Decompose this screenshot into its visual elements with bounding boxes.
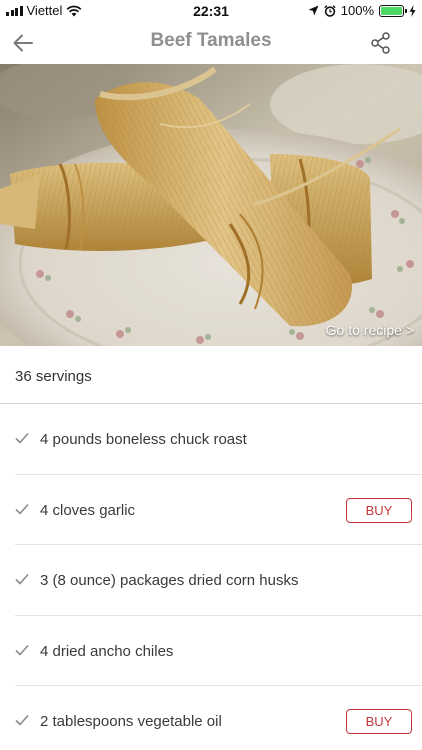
ingredient-text: 4 pounds boneless chuck roast	[40, 431, 247, 448]
ingredient-row[interactable]: 2 tablespoons vegetable oil BUY	[15, 686, 422, 750]
servings-row: 36 servings	[0, 346, 422, 404]
location-arrow-icon	[308, 5, 319, 16]
share-button[interactable]	[366, 28, 396, 58]
battery-icon	[379, 4, 407, 17]
buy-button[interactable]: BUY	[346, 709, 412, 734]
ingredient-list: 4 pounds boneless chuck roast 4 cloves g…	[0, 404, 422, 750]
checkmark-icon	[15, 714, 29, 726]
checkmark-icon	[15, 503, 29, 515]
ingredient-row[interactable]: 4 pounds boneless chuck roast	[15, 404, 422, 475]
status-right: 100%	[308, 3, 416, 18]
status-bar: Viettel 22:31 100%	[0, 0, 422, 22]
ingredient-text: 3 (8 ounce) packages dried corn husks	[40, 572, 299, 589]
alarm-clock-icon	[324, 4, 336, 17]
go-to-recipe-link[interactable]: Go to recipe >	[326, 322, 414, 338]
ingredient-text: 4 dried ancho chiles	[40, 642, 174, 660]
ingredient-text: 2 tablespoons vegetable oil	[40, 713, 222, 730]
tamales-photo	[0, 64, 422, 346]
battery-percent: 100%	[340, 3, 374, 18]
back-button[interactable]	[8, 28, 38, 58]
share-icon	[371, 32, 390, 54]
servings-label: 36 servings	[15, 368, 92, 385]
ingredient-row[interactable]: 4 dried ancho chiles	[15, 616, 422, 686]
nav-bar: Beef Tamales	[0, 22, 422, 64]
ingredient-row[interactable]: 3 (8 ounce) packages dried corn husks	[15, 545, 422, 616]
recipe-hero-image[interactable]: Go to recipe >	[0, 64, 422, 346]
checkmark-icon	[15, 573, 29, 585]
checkmark-icon	[15, 644, 29, 656]
ingredient-text: 4 cloves garlic	[40, 501, 136, 519]
bolt-icon	[409, 4, 416, 17]
checkmark-icon	[15, 432, 29, 444]
ingredient-row[interactable]: 4 cloves garlic BUY	[15, 475, 422, 545]
buy-button[interactable]: BUY	[346, 497, 412, 523]
arrow-left-icon	[13, 34, 33, 52]
page-title: Beef Tamales	[150, 30, 272, 51]
